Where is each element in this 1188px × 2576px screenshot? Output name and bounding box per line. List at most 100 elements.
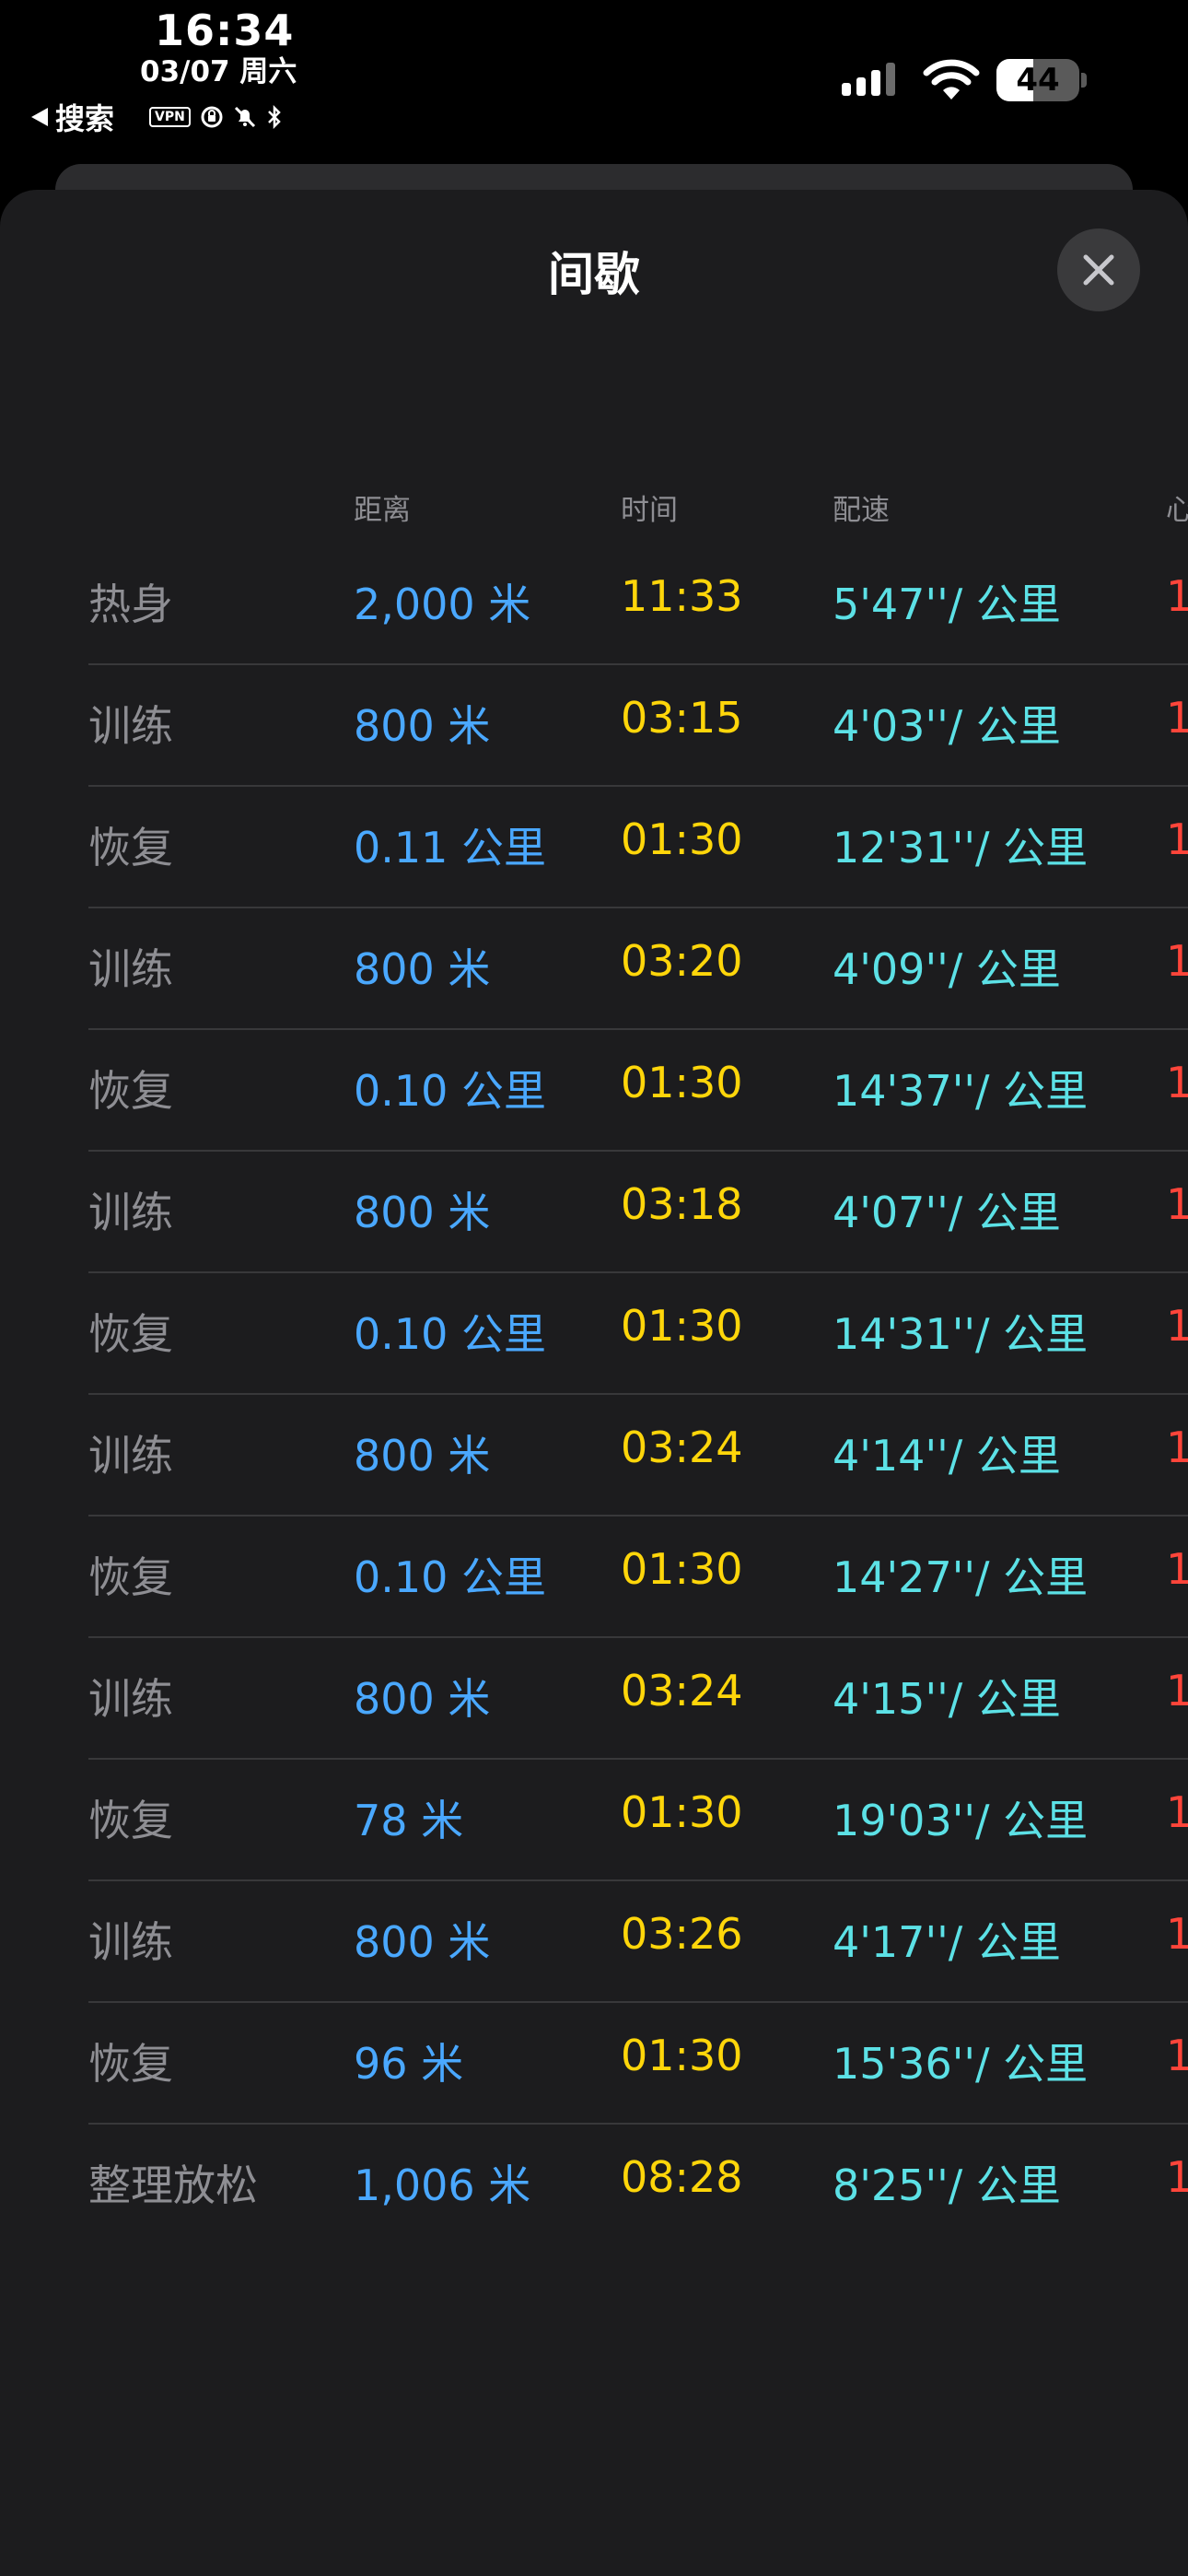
row-label: 训练 — [88, 1917, 173, 1967]
sheet-title: 间歇 — [548, 248, 640, 301]
row-distance: 2,000 米 — [354, 580, 531, 629]
table-row: 恢复 0.10 公里 01:30 14'37''/ 公里 1 — [0, 1030, 1188, 1152]
table-row: 恢复 0.10 公里 01:30 14'31''/ 公里 1 — [0, 1273, 1188, 1395]
row-label: 整理放松 — [88, 2160, 258, 2210]
row-heart-rate: 1 — [1166, 1909, 1188, 1959]
back-triangle-icon — [31, 108, 48, 126]
row-heart-rate: 1 — [1166, 814, 1188, 864]
row-label: 恢复 — [88, 1066, 173, 1116]
table-row: 恢复 0.11 公里 01:30 12'31''/ 公里 1 — [0, 787, 1188, 908]
table-row: 热身 2,000 米 11:33 5'47''/ 公里 1 — [0, 544, 1188, 665]
row-time: 01:30 — [621, 1787, 743, 1837]
row-pace: 14'37''/ 公里 — [833, 1066, 1089, 1116]
row-heart-rate: 1 — [1166, 1787, 1188, 1837]
close-icon — [1083, 254, 1114, 286]
row-time: 03:15 — [621, 693, 743, 743]
row-label: 恢复 — [88, 1552, 173, 1602]
row-distance: 1,006 米 — [354, 2160, 531, 2210]
header-pace: 配速 — [833, 494, 890, 527]
header-distance: 距离 — [354, 494, 411, 527]
row-time: 01:30 — [621, 1058, 743, 1107]
row-time: 01:30 — [621, 814, 743, 864]
row-pace: 14'31''/ 公里 — [833, 1309, 1089, 1359]
row-pace: 15'36''/ 公里 — [833, 2039, 1089, 2089]
row-distance: 800 米 — [354, 1431, 491, 1481]
row-pace: 4'03''/ 公里 — [833, 701, 1061, 751]
table-row: 恢复 78 米 01:30 19'03''/ 公里 1 — [0, 1760, 1188, 1881]
row-heart-rate: 1 — [1166, 2152, 1188, 2202]
table-row: 训练 800 米 03:15 4'03''/ 公里 1 — [0, 665, 1188, 787]
table-row: 恢复 96 米 01:30 15'36''/ 公里 1 — [0, 2003, 1188, 2125]
row-time: 03:18 — [621, 1179, 743, 1229]
row-label: 训练 — [88, 944, 173, 994]
row-pace: 19'03''/ 公里 — [833, 1796, 1089, 1845]
row-distance: 800 米 — [354, 1917, 491, 1967]
row-time: 03:26 — [621, 1909, 743, 1959]
row-pace: 4'09''/ 公里 — [833, 944, 1061, 994]
back-link-label: 搜索 — [55, 101, 115, 136]
row-label: 训练 — [88, 1188, 173, 1237]
row-heart-rate: 1 — [1166, 1058, 1188, 1107]
row-time: 03:20 — [621, 936, 743, 986]
intervals-table: 热身 2,000 米 11:33 5'47''/ 公里 1 训练 800 米 03:15 4'0… — [0, 544, 1188, 2246]
row-pace: 4'07''/ 公里 — [833, 1188, 1061, 1237]
row-distance: 0.10 公里 — [354, 1309, 547, 1359]
table-row: 训练 800 米 03:24 4'14''/ 公里 1 — [0, 1395, 1188, 1516]
row-time: 08:28 — [621, 2152, 743, 2202]
row-pace: 8'25''/ 公里 — [833, 2160, 1061, 2210]
orientation-lock-icon — [201, 106, 223, 128]
header-time: 时间 — [621, 494, 678, 527]
row-pace: 4'14''/ 公里 — [833, 1431, 1061, 1481]
status-mini-icons: VPN — [149, 105, 283, 129]
back-to-search-link[interactable]: 搜索 — [31, 96, 114, 138]
cellular-signal-icon — [842, 63, 895, 96]
row-heart-rate: 1 — [1166, 1666, 1188, 1715]
row-heart-rate: 1 — [1166, 1544, 1188, 1594]
row-distance: 96 米 — [354, 2039, 464, 2089]
row-time: 03:24 — [621, 1666, 743, 1715]
row-pace: 4'15''/ 公里 — [833, 1674, 1061, 1724]
table-row: 训练 800 米 03:24 4'15''/ 公里 1 — [0, 1638, 1188, 1760]
row-pace: 5'47''/ 公里 — [833, 580, 1061, 629]
row-time: 11:33 — [621, 571, 743, 621]
row-distance: 78 米 — [354, 1796, 464, 1845]
row-pace: 4'17''/ 公里 — [833, 1917, 1061, 1967]
row-label: 训练 — [88, 701, 173, 751]
close-button[interactable] — [1057, 228, 1140, 311]
row-heart-rate: 1 — [1166, 936, 1188, 986]
row-heart-rate: 1 — [1166, 1423, 1188, 1472]
bluetooth-icon — [267, 105, 281, 129]
row-label: 恢复 — [88, 823, 173, 872]
status-date: 03/07 周六 — [140, 55, 297, 88]
row-distance: 800 米 — [354, 701, 491, 751]
row-distance: 0.10 公里 — [354, 1066, 547, 1116]
battery-percent: 44 — [1016, 62, 1060, 99]
intervals-table-header: 距离 时间 配速 心 — [0, 486, 1188, 527]
row-distance: 800 米 — [354, 1674, 491, 1724]
row-pace: 14'27''/ 公里 — [833, 1552, 1089, 1602]
intervals-sheet: 间歇 距离 时间 配速 心 热身 2,000 米 11:33 5'47''/ 公里 1 训… — [0, 190, 1188, 2576]
vpn-icon: VPN — [149, 107, 191, 127]
table-row: 训练 800 米 03:26 4'17''/ 公里 1 — [0, 1881, 1188, 2003]
row-heart-rate: 1 — [1166, 571, 1188, 621]
row-time: 01:30 — [621, 2031, 743, 2080]
row-distance: 800 米 — [354, 1188, 491, 1237]
row-pace: 12'31''/ 公里 — [833, 823, 1089, 872]
table-row: 训练 800 米 03:18 4'07''/ 公里 1 — [0, 1152, 1188, 1273]
row-distance: 0.11 公里 — [354, 823, 547, 872]
battery-tip — [1081, 73, 1087, 88]
battery-icon: 44 — [996, 59, 1079, 101]
row-label: 训练 — [88, 1431, 173, 1481]
row-heart-rate: 1 — [1166, 1179, 1188, 1229]
table-row: 整理放松 1,006 米 08:28 8'25''/ 公里 1 — [0, 2125, 1188, 2246]
header-heart-rate: 心 — [1166, 494, 1188, 527]
row-time: 01:30 — [621, 1301, 743, 1351]
row-distance: 800 米 — [354, 944, 491, 994]
row-label: 恢复 — [88, 1309, 173, 1359]
row-label: 恢复 — [88, 1796, 173, 1845]
row-heart-rate: 1 — [1166, 2031, 1188, 2080]
row-label: 恢复 — [88, 2039, 173, 2089]
row-heart-rate: 1 — [1166, 693, 1188, 743]
row-label: 热身 — [88, 580, 173, 629]
row-time: 01:30 — [621, 1544, 743, 1594]
